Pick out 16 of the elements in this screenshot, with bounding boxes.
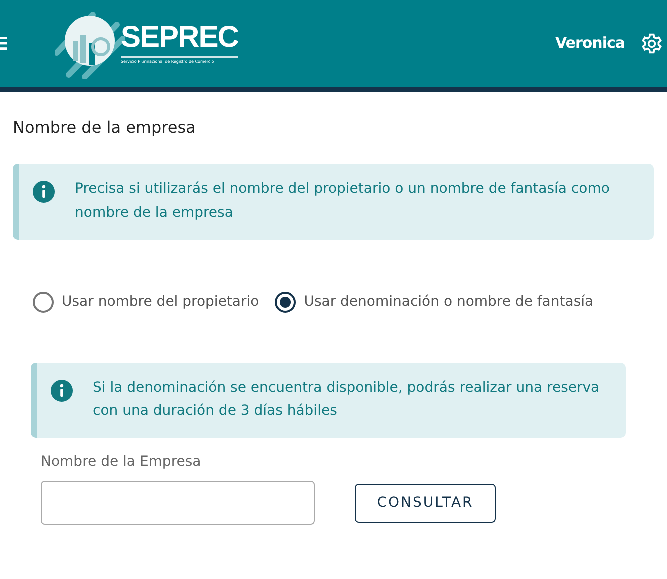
field-label: Nombre de la Empresa: [41, 453, 202, 472]
radio-label[interactable]: Usar nombre del propietario: [62, 292, 260, 313]
info-text: Si la denominación se encuentra disponible, podrás realizar una reserva con una duración de 3 días hábiles: [93, 378, 601, 422]
company-name-field[interactable]: [41, 481, 315, 526]
radio-button[interactable]: [275, 292, 296, 313]
settings-icon[interactable]: [641, 32, 663, 54]
info-icon: [51, 380, 73, 402]
radio-button[interactable]: [33, 292, 54, 313]
user-name[interactable]: Veronica: [556, 32, 625, 55]
info-icon: [33, 181, 55, 203]
menu-icon[interactable]: [0, 37, 7, 50]
info-text: Precisa si utilizarás el nombre del propietario o un nombre de fantasía como nombre de la empresa: [75, 180, 611, 223]
section-title: Nombre de la empresa: [13, 117, 197, 139]
logo-title: SEPREC: [121, 23, 238, 53]
consult-button[interactable]: CONSULTAR: [355, 484, 496, 523]
radio-label[interactable]: Usar denominación o nombre de fantasía: [304, 292, 594, 313]
